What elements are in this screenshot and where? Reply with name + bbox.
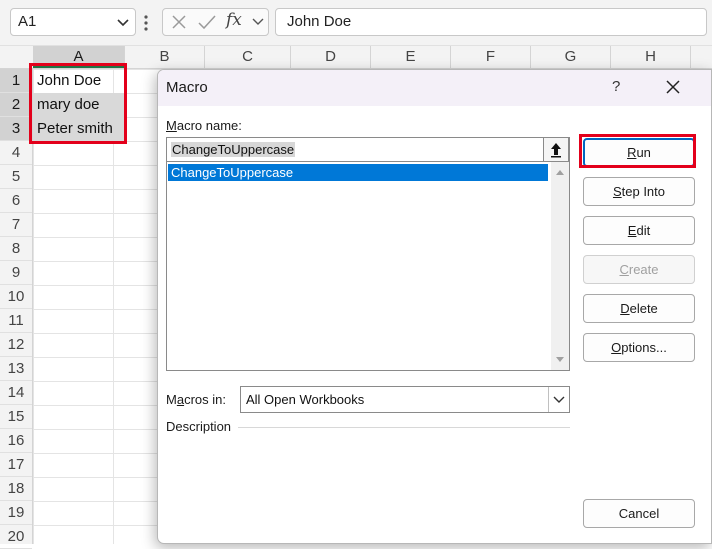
macro-name-value: ChangeToUppercase [171,142,296,157]
chevron-down-icon[interactable] [548,387,569,412]
row-header[interactable]: 15 [0,405,32,429]
row-header[interactable]: 17 [0,453,32,477]
row-header[interactable]: 6 [0,189,32,213]
column-header-g[interactable]: G [531,46,611,68]
column-header-e[interactable]: E [371,46,451,68]
create-button[interactable]: Create [583,255,695,284]
row-header[interactable]: 9 [0,261,32,285]
insert-function-icon[interactable]: fx [226,10,242,30]
delete-button[interactable]: Delete [583,294,695,323]
close-icon[interactable] [666,80,680,99]
highlight-box-run [579,134,696,168]
help-button[interactable]: ? [612,78,620,95]
row-header[interactable]: 7 [0,213,32,237]
macros-in-value: All Open Workbooks [246,392,365,407]
row-header[interactable]: 4 [0,141,32,165]
name-box-value: A1 [18,13,37,30]
column-header-h[interactable]: H [611,46,691,68]
dialog-title: Macro [166,79,208,96]
column-header-d[interactable]: D [291,46,371,68]
scroll-down-icon [556,357,564,362]
row-header[interactable]: 18 [0,477,32,501]
row-header[interactable]: 12 [0,333,32,357]
highlight-box-cells [29,63,127,144]
list-item[interactable]: ChangeToUppercase [168,164,548,181]
macro-name-input[interactable]: ChangeToUppercase [166,137,570,162]
row-header[interactable]: 11 [0,309,32,333]
row-header[interactable]: 1 [0,69,32,93]
row-header[interactable]: 3 [0,117,32,141]
row-header[interactable]: 20 [0,525,32,549]
cancel-x-icon[interactable] [170,13,188,36]
row-header[interactable]: 5 [0,165,32,189]
more-options-icon[interactable] [143,13,149,33]
formula-controls: fx [162,8,269,36]
formula-bar-area: A1 fx John Doe [0,0,712,46]
column-header-c[interactable]: C [205,46,291,68]
row-header[interactable]: 16 [0,429,32,453]
row-header[interactable]: 13 [0,357,32,381]
row-header[interactable]: 14 [0,381,32,405]
chevron-down-icon[interactable] [251,14,265,33]
scroll-up-icon [556,170,564,175]
formula-value: John Doe [287,13,352,30]
dialog-titlebar: Macro ? [158,70,711,106]
row-header[interactable]: 10 [0,285,32,309]
cancel-button[interactable]: Cancel [583,499,695,528]
row-header[interactable]: 19 [0,501,32,525]
check-icon[interactable] [197,13,217,36]
row-header[interactable]: 8 [0,237,32,261]
column-header-f[interactable]: F [451,46,531,68]
macro-dialog: Macro ? Macro name: ChangeToUppercase Ch… [157,69,712,544]
edit-button[interactable]: Edit [583,216,695,245]
formula-input[interactable]: John Doe [275,8,707,36]
step-into-button[interactable]: Step Into [583,177,695,206]
upload-arrow-button[interactable] [543,137,569,162]
macro-list[interactable]: ChangeToUppercase [166,161,570,371]
upload-arrow-icon [551,143,561,158]
description-label: Description [166,419,232,434]
macros-in-label: Macros in: [166,392,226,407]
vertical-scrollbar[interactable] [551,162,569,370]
macros-in-select[interactable]: All Open Workbooks [240,386,570,413]
row-header[interactable]: 2 [0,93,32,117]
name-box[interactable]: A1 [10,8,136,36]
options-button[interactable]: Options... [583,333,695,362]
select-all-corner[interactable] [0,46,32,68]
chevron-down-icon[interactable] [115,14,131,35]
description-divider [238,427,570,428]
macro-name-label: Macro name: [166,118,242,133]
column-header-b[interactable]: B [125,46,205,68]
